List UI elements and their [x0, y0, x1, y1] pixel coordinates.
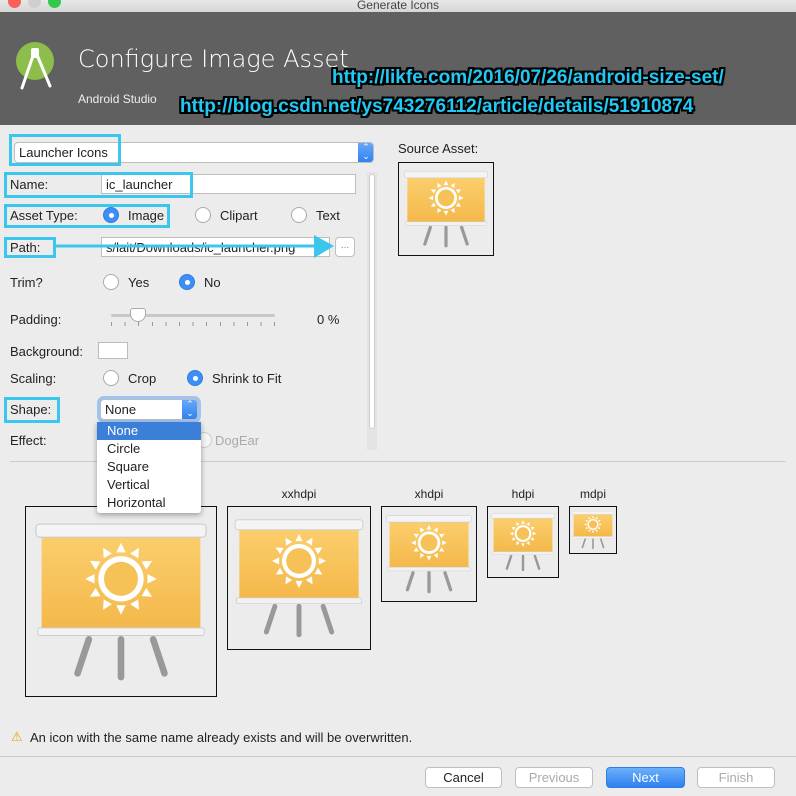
- zoom-window-button[interactable]: [48, 0, 61, 8]
- window-title: Generate Icons: [356, 0, 440, 12]
- preview-xhdpi: [381, 506, 477, 602]
- trim-label: Trim?: [10, 275, 43, 290]
- background-color-swatch[interactable]: [98, 342, 128, 359]
- close-window-button[interactable]: [8, 0, 21, 8]
- asset-type-clipart-radio[interactable]: [195, 207, 211, 223]
- cancel-button[interactable]: Cancel: [425, 767, 502, 788]
- scaling-crop-label: Crop: [128, 371, 157, 386]
- scaling-crop-radio[interactable]: [103, 370, 119, 386]
- asset-type-text-radio[interactable]: [291, 207, 307, 223]
- title-bar: Generate Icons: [0, 0, 796, 12]
- scaling-label: Scaling:: [10, 371, 57, 386]
- effect-label: Effect:: [10, 433, 47, 448]
- background-label: Background:: [10, 344, 83, 359]
- warning-message: An icon with the same name already exist…: [30, 730, 413, 745]
- preview-xxxhdpi: [25, 506, 217, 697]
- shape-option-circle[interactable]: Circle: [97, 440, 201, 458]
- shape-option-none[interactable]: None: [97, 422, 201, 440]
- highlight-box: [4, 204, 170, 228]
- shape-select[interactable]: None ⌃ ⌄: [100, 399, 198, 420]
- padding-value: 0 %: [317, 312, 340, 327]
- highlight-box: [4, 397, 60, 423]
- scaling-shrink-radio[interactable]: [187, 370, 203, 386]
- chevron-updown-icon: ⌃ ⌄: [182, 400, 197, 419]
- shape-option-horizontal[interactable]: Horizontal: [97, 494, 201, 512]
- preview-label-hdpi: hdpi: [511, 487, 535, 501]
- asset-type-clipart-label: Clipart: [220, 208, 258, 223]
- slider-ticks: [111, 322, 275, 326]
- shape-value: None: [105, 402, 137, 417]
- source-asset-label: Source Asset:: [398, 141, 479, 156]
- chevron-updown-icon: ⌃ ⌄: [358, 143, 373, 162]
- asset-type-text-label: Text: [316, 208, 340, 223]
- highlight-box: [4, 172, 193, 198]
- trim-no-label: No: [204, 275, 221, 290]
- highlight-box: [9, 134, 121, 166]
- header: Configure Image Asset Android Studio htt…: [0, 12, 796, 125]
- page-subtitle: Android Studio: [78, 92, 157, 106]
- divider: [0, 756, 796, 757]
- shape-option-vertical[interactable]: Vertical: [97, 476, 201, 494]
- browse-button[interactable]: ...: [335, 237, 355, 257]
- previous-button[interactable]: Previous: [515, 767, 593, 788]
- scaling-shrink-label: Shrink to Fit: [212, 371, 282, 386]
- trim-yes-label: Yes: [128, 275, 150, 290]
- page-title: Configure Image Asset: [78, 45, 349, 73]
- highlight-box: [4, 237, 56, 258]
- finish-button[interactable]: Finish: [697, 767, 775, 788]
- preview-label-xhdpi: xhdpi: [414, 487, 444, 501]
- preview-mdpi: [569, 506, 617, 554]
- presentation-icon: [399, 163, 493, 255]
- preview-xxhdpi: [227, 506, 371, 650]
- arrow-annotation-icon: [56, 235, 334, 258]
- shape-dropdown-menu: None Circle Square Vertical Horizontal: [97, 422, 201, 513]
- preview-hdpi: [487, 506, 559, 578]
- warning-icon: ⚠: [11, 729, 23, 744]
- effect-dogear-label: DogEar: [215, 433, 260, 448]
- next-button[interactable]: Next: [606, 767, 685, 788]
- trim-yes-radio[interactable]: [103, 274, 119, 290]
- overlay-url-1: http://likfe.com/2016/07/26/android-size…: [332, 67, 724, 88]
- form-scrollbar[interactable]: [367, 172, 377, 450]
- android-studio-logo-icon: [16, 40, 54, 92]
- source-asset-preview: [398, 162, 494, 256]
- overlay-url-2: http://blog.csdn.net/ys743276112/article…: [180, 96, 694, 117]
- padding-slider-thumb[interactable]: [130, 308, 146, 322]
- trim-no-radio[interactable]: [179, 274, 195, 290]
- minimize-window-button[interactable]: [28, 0, 41, 8]
- preview-label-mdpi: mdpi: [579, 487, 606, 501]
- padding-label: Padding:: [10, 312, 62, 327]
- shape-option-square[interactable]: Square: [97, 458, 201, 476]
- preview-label-xxhdpi: xxhdpi: [281, 487, 317, 501]
